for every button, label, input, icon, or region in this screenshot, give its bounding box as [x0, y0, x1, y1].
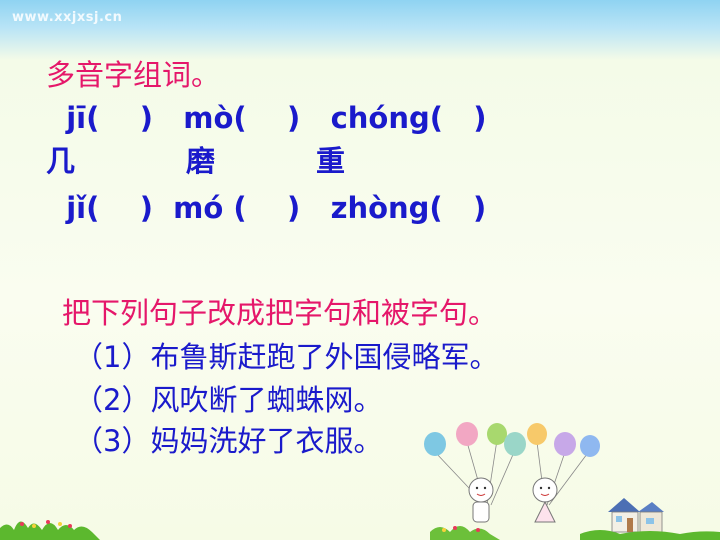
sentence-item-2: （2）风吹断了蜘蛛网。: [74, 383, 383, 417]
pinyin-row-2: jǐ( ) mó ( ) zhòng( ): [46, 191, 487, 225]
sentence-item-3: （3）妈妈洗好了衣服。: [74, 424, 383, 458]
sentence-task-title: 把下列句子改成把字句和被字句。: [62, 296, 498, 330]
character-row: 几 磨 重: [46, 144, 346, 178]
sentence-item-1: （1）布鲁斯赶跑了外国侵略军。: [74, 340, 499, 374]
polyphone-title: 多音字组词。: [46, 58, 221, 92]
grass-border: [0, 520, 720, 540]
slide-background: www.xxjxsj.cn 多音字组词。 jī( ) mò( ) chóng( …: [0, 0, 720, 540]
watermark: www.xxjxsj.cn: [12, 10, 123, 25]
pinyin-row-1: jī( ) mò( ) chóng( ): [46, 101, 487, 135]
